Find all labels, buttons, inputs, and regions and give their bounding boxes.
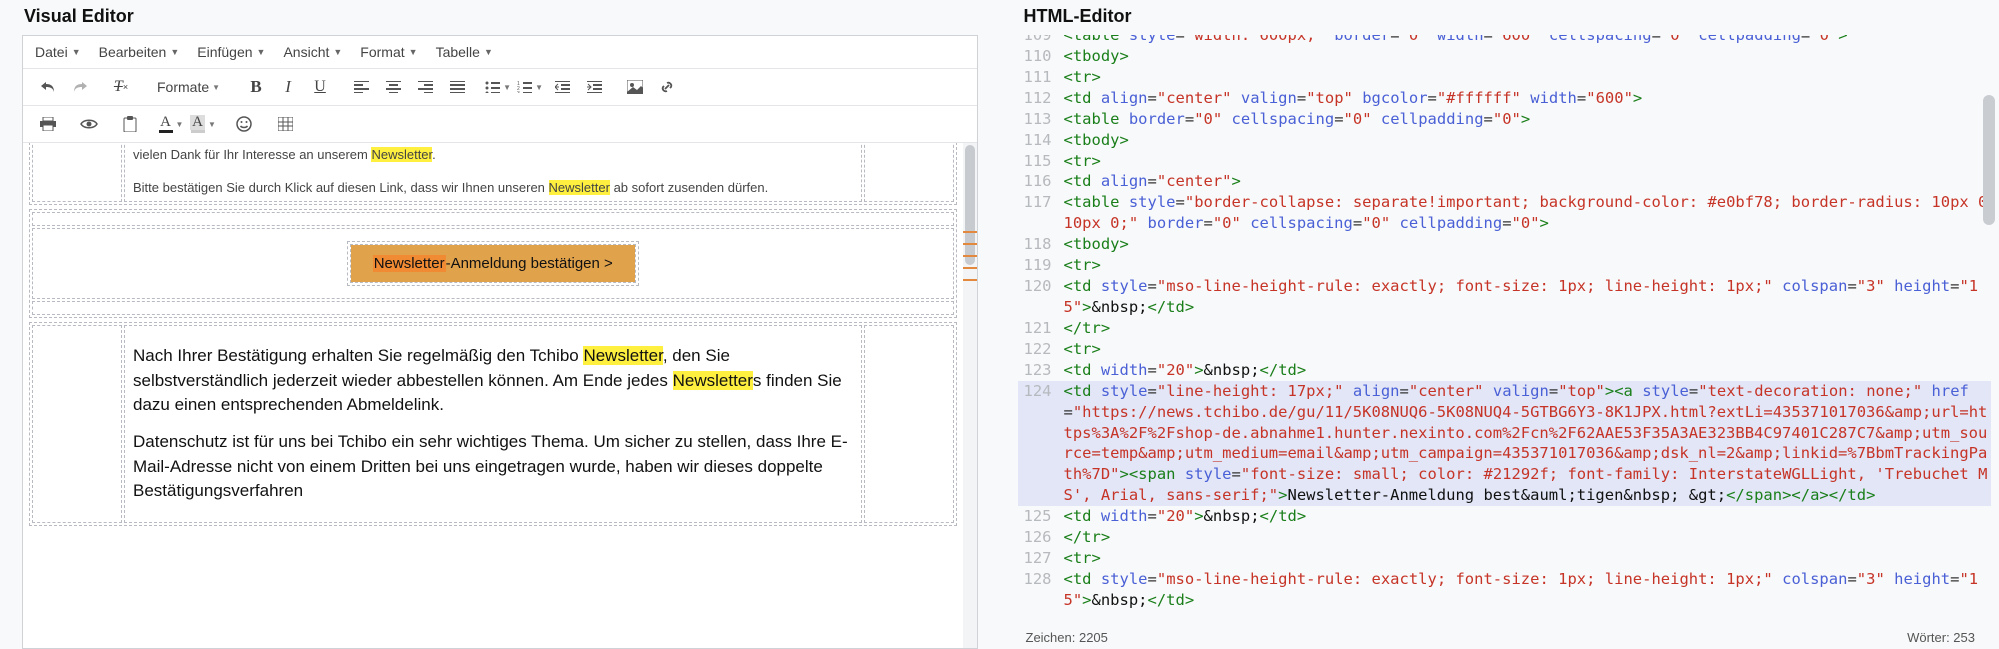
image-button[interactable] — [620, 73, 650, 101]
code-line[interactable]: 115<tr> — [1018, 151, 1992, 172]
preview-button[interactable] — [74, 110, 104, 138]
highlighted-word[interactable]: Newsletter — [549, 180, 610, 195]
highlight-color-button[interactable]: A▼ — [188, 110, 218, 138]
toolbar-row-2: A▼ A▼ — [23, 106, 977, 143]
code-line[interactable]: 128<td style="mso-line-height-rule: exac… — [1018, 569, 1992, 611]
outdent-button[interactable] — [547, 73, 577, 101]
code-line[interactable]: 120<td style="mso-line-height-rule: exac… — [1018, 276, 1992, 318]
code-line[interactable]: 125<td width="20">&nbsp;</td> — [1018, 506, 1992, 527]
visual-editor-title: Visual Editor — [0, 0, 1000, 35]
indent-button[interactable] — [579, 73, 609, 101]
code-line[interactable]: 114<tbody> — [1018, 130, 1992, 151]
code-line[interactable]: 123<td width="20">&nbsp;</td> — [1018, 360, 1992, 381]
table-row[interactable]: Nach Ihrer Bestätigung erhalten Sie rege… — [29, 322, 957, 526]
code-line[interactable]: 112<td align="center" valign="top" bgcol… — [1018, 88, 1992, 109]
text[interactable]: vielen Dank für Ihr Interesse an unserem — [133, 147, 371, 162]
paragraph[interactable]: Nach Ihrer Bestätigung erhalten Sie rege… — [133, 344, 853, 418]
bullet-list-button[interactable]: ▼ — [483, 73, 513, 101]
underline-button[interactable]: U — [305, 73, 335, 101]
scrollbar-markers — [963, 231, 977, 291]
table-row[interactable]: vielen Dank für Ihr Interesse an unserem… — [29, 143, 957, 205]
code-line[interactable]: 117<table style="border-collapse: separa… — [1018, 192, 1992, 234]
scrollbar-thumb[interactable] — [1983, 95, 1995, 225]
code-line[interactable]: 124<td style="line-height: 17px;" align=… — [1018, 381, 1992, 507]
clear-format-button[interactable]: T× — [106, 73, 136, 101]
code-line[interactable]: 111<tr> — [1018, 67, 1992, 88]
code-line[interactable]: 127<tr> — [1018, 548, 1992, 569]
code-line[interactable]: 118<tbody> — [1018, 234, 1992, 255]
code-line[interactable]: 109<table style="width: 600px;" border="… — [1018, 35, 1992, 46]
highlighted-word[interactable]: Newsletter — [371, 147, 432, 162]
paste-button[interactable] — [115, 110, 145, 138]
table-button[interactable] — [270, 110, 300, 138]
menu-table[interactable]: Tabelle▼ — [436, 44, 493, 60]
menu-file[interactable]: Datei▼ — [35, 44, 81, 60]
numbered-list-button[interactable]: 123▼ — [515, 73, 545, 101]
code-line[interactable]: 126</tr> — [1018, 527, 1992, 548]
editor-canvas[interactable]: vielen Dank für Ihr Interesse an unserem… — [23, 143, 977, 648]
toolbar-row-1: T× Formate▼ B I U ▼ 123▼ — [23, 69, 977, 106]
align-right-button[interactable] — [410, 73, 440, 101]
code-line[interactable]: 119<tr> — [1018, 255, 1992, 276]
table-row[interactable]: Newsletter-Anmeldung bestätigen > — [29, 209, 957, 318]
confirm-newsletter-button[interactable]: Newsletter-Anmeldung bestätigen > — [351, 245, 635, 282]
menu-insert[interactable]: Einfügen▼ — [197, 44, 265, 60]
code-line[interactable]: 121</tr> — [1018, 318, 1992, 339]
code-editor[interactable]: 109<table style="width: 600px;" border="… — [1018, 35, 1992, 626]
highlighted-word[interactable]: Newsletter — [673, 371, 753, 390]
svg-text:3: 3 — [517, 91, 520, 93]
text-color-button[interactable]: A▼ — [156, 110, 186, 138]
menu-edit[interactable]: Bearbeiten▼ — [99, 44, 180, 60]
char-count: Zeichen: 2205 — [1018, 626, 1992, 649]
emoji-button[interactable] — [229, 110, 259, 138]
link-button[interactable] — [652, 73, 682, 101]
align-justify-button[interactable] — [442, 73, 472, 101]
menubar: Datei▼ Bearbeiten▼ Einfügen▼ Ansicht▼ Fo… — [23, 36, 977, 69]
code-line[interactable]: 113<table border="0" cellspacing="0" cel… — [1018, 109, 1992, 130]
undo-button[interactable] — [33, 73, 63, 101]
menu-view[interactable]: Ansicht▼ — [283, 44, 342, 60]
print-button[interactable] — [33, 110, 63, 138]
highlighted-word[interactable]: Newsletter — [583, 346, 662, 365]
paragraph[interactable]: Datenschutz ist für uns bei Tchibo ein s… — [133, 430, 853, 504]
align-center-button[interactable] — [378, 73, 408, 101]
code-line[interactable]: 116<td align="center"> — [1018, 171, 1992, 192]
formats-dropdown[interactable]: Formate▼ — [147, 73, 230, 101]
text[interactable]: Bitte bestätigen Sie durch Klick auf die… — [133, 180, 549, 195]
align-left-button[interactable] — [346, 73, 376, 101]
code-line[interactable]: 122<tr> — [1018, 339, 1992, 360]
redo-button[interactable] — [65, 73, 95, 101]
italic-button[interactable]: I — [273, 73, 303, 101]
menu-format[interactable]: Format▼ — [360, 44, 417, 60]
html-editor-title: HTML-Editor — [1000, 0, 1999, 35]
code-line[interactable]: 110<tbody> — [1018, 46, 1992, 67]
highlighted-word: Newsletter — [373, 255, 446, 272]
bold-button[interactable]: B — [241, 73, 271, 101]
scrollbar[interactable] — [963, 143, 977, 648]
